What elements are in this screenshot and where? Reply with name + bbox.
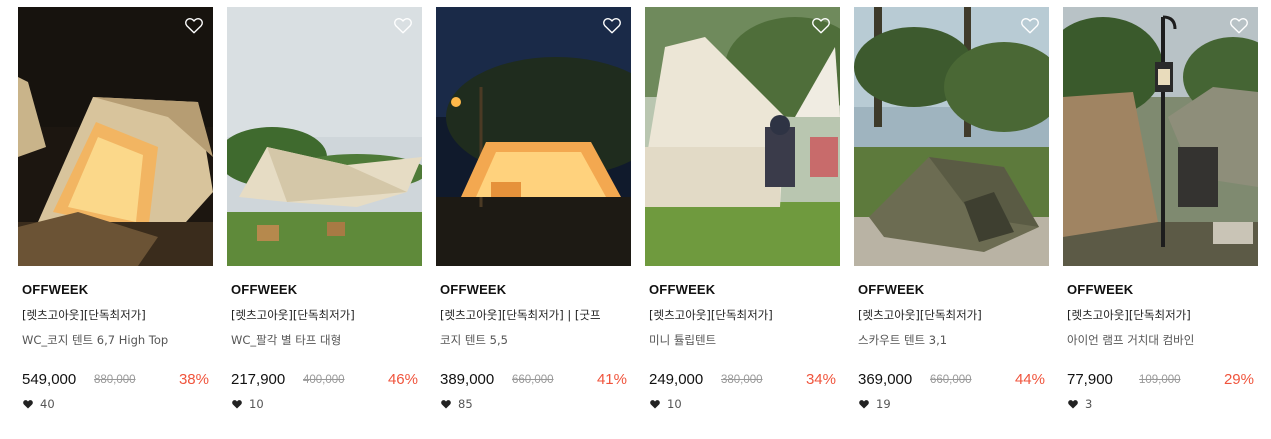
product-card[interactable]: OFFWEEK [렛츠고아웃][단독최저가] WC_팔각 별 타프 대형 217… xyxy=(227,7,422,427)
product-name[interactable]: 아이언 램프 거치대 컴바인 xyxy=(1067,332,1258,348)
product-tags: [렛츠고아웃][단독최저가] xyxy=(858,308,982,322)
product-tags: [렛츠고아웃][단독최저가] xyxy=(1067,308,1191,322)
product-card[interactable]: OFFWEEK [렛츠고아웃][단독최저가] | [굿프 코지 텐트 5,5 3… xyxy=(436,7,631,427)
lamp-stand-image xyxy=(1063,7,1258,266)
product-tags: [렛츠고아웃][단독최저가] xyxy=(231,308,355,322)
heart-filled-icon xyxy=(22,398,34,410)
bell-tent-image xyxy=(645,7,840,266)
product-image[interactable] xyxy=(436,7,631,266)
like-count-value: 85 xyxy=(458,397,473,411)
like-count: 40 xyxy=(22,397,55,411)
original-price: 880,000 xyxy=(94,374,136,386)
product-card[interactable]: OFFWEEK [렛츠고아웃][단독최저가] 미니 튤립텐트 249,000 3… xyxy=(645,7,840,427)
brand-name[interactable]: OFFWEEK xyxy=(1067,282,1133,297)
brand-name[interactable]: OFFWEEK xyxy=(440,282,506,297)
heart-filled-icon xyxy=(231,398,243,410)
original-price: 380,000 xyxy=(721,374,763,386)
discount-rate: 46% xyxy=(387,371,418,388)
like-count: 3 xyxy=(1067,397,1092,411)
product-image[interactable] xyxy=(854,7,1049,266)
tarp-daytime-image xyxy=(227,7,422,266)
original-price: 660,000 xyxy=(930,374,972,386)
tent-dusk-image xyxy=(436,7,631,266)
wishlist-heart-icon[interactable] xyxy=(810,14,832,36)
brand-name[interactable]: OFFWEEK xyxy=(649,282,715,297)
sale-price: 249,000 xyxy=(649,371,704,388)
product-name[interactable]: WC_코지 텐트 6,7 High Top xyxy=(22,332,213,348)
product-card[interactable]: OFFWEEK [렛츠고아웃][단독최저가] WC_코지 텐트 6,7 High… xyxy=(18,7,213,427)
tent-night-image xyxy=(18,7,213,266)
like-count: 10 xyxy=(649,397,682,411)
discount-rate: 38% xyxy=(178,371,209,388)
product-grid: OFFWEEK [렛츠고아웃][단독최저가] WC_코지 텐트 6,7 High… xyxy=(18,7,1258,437)
original-price: 400,000 xyxy=(303,374,345,386)
sale-price: 369,000 xyxy=(858,371,913,388)
product-tags: [렛츠고아웃][단독최저가] | [굿프 xyxy=(440,308,601,322)
wishlist-heart-icon[interactable] xyxy=(601,14,623,36)
wishlist-heart-icon[interactable] xyxy=(1228,14,1250,36)
product-name[interactable]: 스카우트 텐트 3,1 xyxy=(858,332,1049,348)
product-tags: [렛츠고아웃][단독최저가] xyxy=(22,308,146,322)
wishlist-heart-icon[interactable] xyxy=(392,14,414,36)
heart-filled-icon xyxy=(858,398,870,410)
brand-name[interactable]: OFFWEEK xyxy=(858,282,924,297)
brand-name[interactable]: OFFWEEK xyxy=(231,282,297,297)
like-count-value: 19 xyxy=(876,397,891,411)
original-price: 109,000 xyxy=(1139,374,1181,386)
sale-price: 549,000 xyxy=(22,371,77,388)
heart-filled-icon xyxy=(649,398,661,410)
like-count-value: 10 xyxy=(667,397,682,411)
scout-tent-image xyxy=(854,7,1049,266)
product-name[interactable]: 미니 튤립텐트 xyxy=(649,332,840,348)
heart-filled-icon xyxy=(1067,398,1079,410)
product-name[interactable]: 코지 텐트 5,5 xyxy=(440,332,631,348)
discount-rate: 34% xyxy=(805,371,836,388)
discount-rate: 29% xyxy=(1223,371,1254,388)
discount-rate: 41% xyxy=(596,371,627,388)
like-count: 85 xyxy=(440,397,473,411)
sale-price: 77,900 xyxy=(1067,371,1113,388)
like-count: 19 xyxy=(858,397,891,411)
product-image[interactable] xyxy=(645,7,840,266)
like-count-value: 40 xyxy=(40,397,55,411)
like-count-value: 10 xyxy=(249,397,264,411)
product-image[interactable] xyxy=(18,7,213,266)
brand-name[interactable]: OFFWEEK xyxy=(22,282,88,297)
product-card[interactable]: OFFWEEK [렛츠고아웃][단독최저가] 아이언 램프 거치대 컴바인 77… xyxy=(1063,7,1258,427)
product-image[interactable] xyxy=(1063,7,1258,266)
discount-rate: 44% xyxy=(1014,371,1045,388)
wishlist-heart-icon[interactable] xyxy=(183,14,205,36)
product-card[interactable]: OFFWEEK [렛츠고아웃][단독최저가] 스카우트 텐트 3,1 369,0… xyxy=(854,7,1049,427)
product-tags: [렛츠고아웃][단독최저가] xyxy=(649,308,773,322)
wishlist-heart-icon[interactable] xyxy=(1019,14,1041,36)
product-name[interactable]: WC_팔각 별 타프 대형 xyxy=(231,332,422,348)
sale-price: 217,900 xyxy=(231,371,286,388)
original-price: 660,000 xyxy=(512,374,554,386)
heart-filled-icon xyxy=(440,398,452,410)
product-image[interactable] xyxy=(227,7,422,266)
sale-price: 389,000 xyxy=(440,371,495,388)
like-count: 10 xyxy=(231,397,264,411)
like-count-value: 3 xyxy=(1085,397,1093,411)
